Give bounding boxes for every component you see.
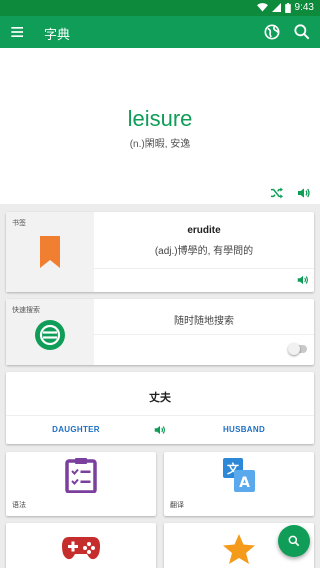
quick-search-toggle[interactable] (288, 343, 307, 355)
bookmark-panel: 书签 (6, 212, 94, 292)
daughter-button[interactable]: DAUGHTER (26, 425, 126, 434)
toggle-knob (288, 343, 300, 355)
bookmark-definition: (adj.)博學的, 有學問的 (154, 246, 254, 257)
translate-tile[interactable]: 文A 翻译 (164, 452, 314, 516)
clipboard-check-icon (65, 457, 97, 494)
game-tile[interactable] (6, 523, 156, 568)
quick-search-icon (34, 319, 66, 351)
battery-icon (284, 2, 291, 13)
word-of-the-day[interactable]: leisure (n.)閑暇, 安逸 (0, 48, 320, 204)
translate-icon: 文A (223, 458, 255, 492)
hero-word: leisure (127, 106, 193, 131)
search-fab[interactable] (278, 525, 310, 557)
husband-button[interactable]: HUSBAND (194, 425, 294, 434)
quick-search-panel: 快速搜索 (6, 299, 94, 365)
speaker-icon[interactable] (296, 185, 312, 201)
bookmark-word: erudite (187, 225, 221, 236)
shuffle-icon[interactable] (269, 185, 285, 201)
menu-icon[interactable] (8, 22, 28, 42)
grammar-tile[interactable]: 语法 (6, 452, 156, 516)
bookmark-icon (38, 236, 62, 268)
wifi-icon (256, 3, 268, 12)
bookmark-label: 书签 (12, 220, 26, 227)
word-card-word: 丈夫 (149, 392, 171, 404)
divider (94, 268, 314, 269)
divider (94, 334, 314, 335)
hero-definition: (n.)閑暇, 安逸 (129, 139, 191, 150)
status-bar: 9:43 (0, 0, 320, 16)
signal-icon (271, 3, 281, 12)
speaker-icon[interactable] (153, 423, 167, 437)
search-icon[interactable] (292, 22, 312, 42)
app-title: 字典 (44, 27, 71, 42)
globe-icon[interactable] (262, 22, 282, 42)
gamepad-icon (61, 535, 101, 561)
status-time: 9:43 (294, 2, 314, 13)
word-card[interactable]: 丈夫 DAUGHTER HUSBAND (6, 372, 314, 444)
bookmark-card[interactable]: 书签 erudite (adj.)博學的, 有學問的 (6, 212, 314, 292)
speaker-icon[interactable] (296, 273, 310, 287)
grammar-label: 语法 (12, 502, 26, 509)
divider (6, 415, 314, 416)
search-icon (288, 535, 300, 547)
svg-text:A: A (239, 475, 250, 491)
quick-search-card[interactable]: 快速搜索 随时随地搜索 (6, 299, 314, 365)
star-icon (222, 533, 256, 565)
app-bar: 字典 (0, 16, 320, 48)
quick-search-label: 快速搜索 (12, 307, 40, 314)
quick-search-text: 随时随地搜索 (174, 316, 234, 327)
translate-label: 翻译 (170, 502, 184, 509)
